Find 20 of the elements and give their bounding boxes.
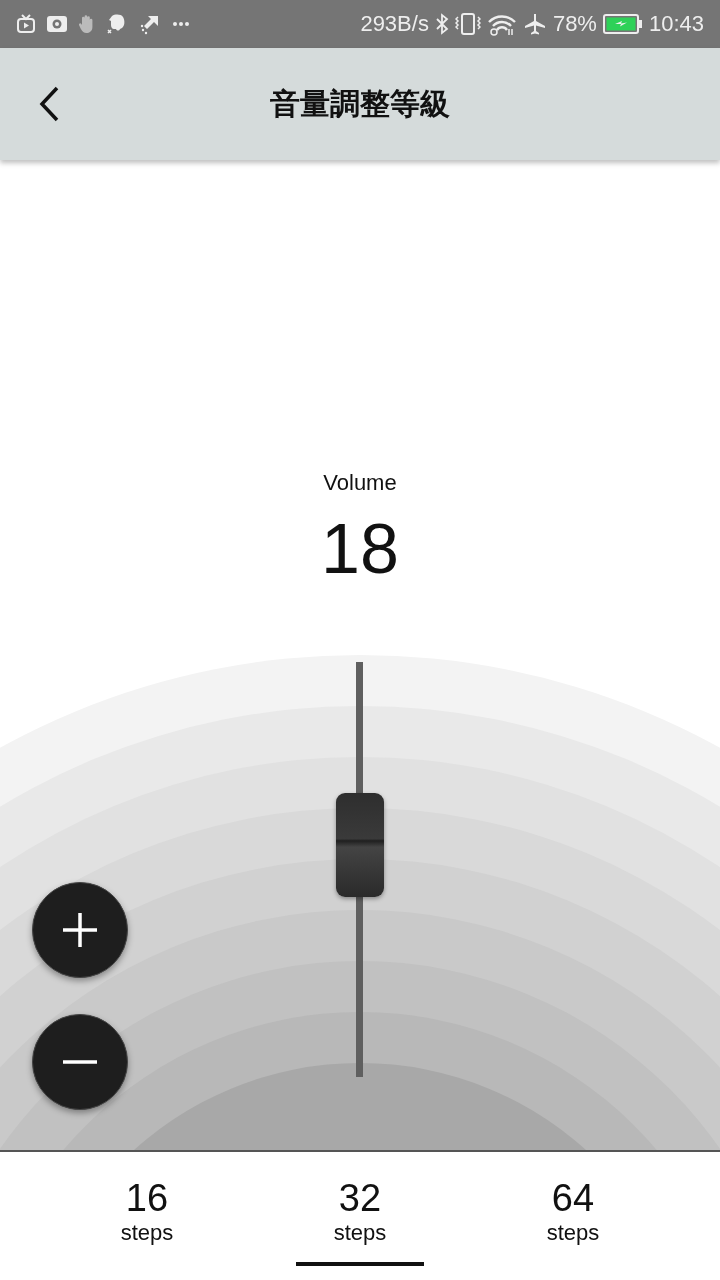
bluetooth-icon — [434, 13, 449, 35]
more-icon — [172, 21, 190, 27]
steps-tab[interactable]: 64 steps — [509, 1152, 637, 1266]
tv-icon — [16, 14, 36, 34]
airplane-icon — [522, 12, 547, 36]
plus-icon — [63, 913, 97, 947]
clock: 10:43 — [648, 11, 704, 37]
slider-thumb[interactable] — [336, 792, 384, 897]
network-speed: 293B/s — [360, 11, 429, 37]
wifi-icon — [486, 12, 517, 36]
volume-value: 18 — [321, 514, 399, 584]
steps-tab[interactable]: 16 steps — [83, 1152, 211, 1266]
volume-label: Volume — [323, 470, 397, 496]
minus-icon — [63, 1060, 97, 1064]
radio-icon — [46, 15, 68, 33]
battery-icon — [602, 13, 643, 35]
battery-percentage: 78% — [552, 11, 597, 37]
vibrate-icon — [454, 12, 481, 36]
steps-tab[interactable]: 32 steps — [296, 1152, 424, 1266]
screen-title: 音量調整等級 — [270, 84, 450, 123]
